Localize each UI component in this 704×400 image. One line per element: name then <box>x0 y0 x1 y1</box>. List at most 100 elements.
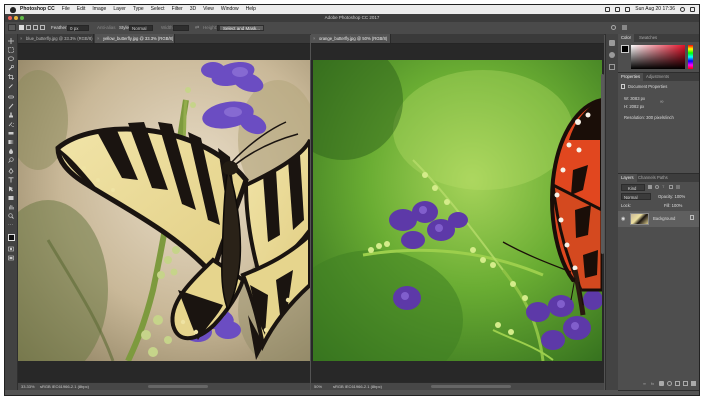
pixel-filter-icon[interactable] <box>648 185 652 189</box>
intersect-selection-icon[interactable] <box>40 25 45 30</box>
quick-mask-icon[interactable] <box>8 246 14 252</box>
type-filter-icon[interactable]: T <box>662 185 666 189</box>
brush-tool-icon[interactable] <box>8 103 14 109</box>
style-select[interactable]: Normal <box>129 25 153 31</box>
menu-app[interactable]: Photoshop CC <box>20 5 55 14</box>
zoom-tool-icon[interactable] <box>8 213 14 219</box>
document-profile[interactable]: sRGB IEC61966-2.1 (8bpc) <box>40 383 89 390</box>
menu-window[interactable]: Window <box>221 5 239 14</box>
eyedropper-tool-icon[interactable] <box>8 83 14 89</box>
menu-edit[interactable]: Edit <box>77 5 86 14</box>
menu-help[interactable]: Help <box>246 5 256 14</box>
layer-row[interactable]: ◉ Background <box>618 211 699 227</box>
link-layers-icon[interactable]: ∞ <box>643 381 648 386</box>
color-picker-field[interactable] <box>631 45 685 69</box>
gradient-tool-icon[interactable] <box>8 139 14 145</box>
close-window-icon[interactable] <box>8 16 12 20</box>
add-to-selection-icon[interactable] <box>26 25 31 30</box>
group-icon[interactable] <box>675 381 680 386</box>
hand-tool-icon[interactable] <box>8 204 14 210</box>
menu-select[interactable]: Select <box>151 5 165 14</box>
clone-stamp-tool-icon[interactable] <box>8 112 14 118</box>
apple-icon[interactable] <box>10 6 16 13</box>
dodge-tool-icon[interactable] <box>8 157 14 163</box>
adjustment-filter-icon[interactable] <box>655 185 659 189</box>
menu-type[interactable]: Type <box>133 5 144 14</box>
horizontal-scrollbar[interactable] <box>431 385 511 388</box>
opacity-field[interactable]: Opacity: 100% <box>658 194 685 199</box>
fill-field[interactable]: Fill: 100% <box>664 203 682 208</box>
volume-icon[interactable] <box>615 7 621 12</box>
new-selection-icon[interactable] <box>19 25 24 30</box>
type-tool-icon[interactable] <box>8 177 14 183</box>
antialias-checkbox[interactable]: Anti-alias <box>97 25 116 31</box>
yellow-butterfly-image[interactable] <box>18 60 310 361</box>
brush-panel-icon[interactable] <box>609 52 615 58</box>
subtract-selection-icon[interactable] <box>33 25 38 30</box>
crop-tool-icon[interactable] <box>8 74 14 80</box>
blur-tool-icon[interactable] <box>8 148 14 154</box>
menu-layer[interactable]: Layer <box>113 5 126 14</box>
zoom-level[interactable]: 50% <box>314 383 322 390</box>
vertical-scrollbar[interactable] <box>601 74 604 254</box>
healing-brush-tool-icon[interactable] <box>8 94 14 100</box>
layer-name[interactable]: Background <box>653 216 675 221</box>
minimize-window-icon[interactable] <box>14 16 18 20</box>
adjustment-layer-icon[interactable] <box>667 381 672 386</box>
tab-yellow-butterfly[interactable]: × yellow_butterfly.jpg @ 33.3% (RGB/8) <box>95 34 175 43</box>
resolution-value[interactable]: Resolution: 300 pixels/inch <box>624 115 674 120</box>
blend-mode-select[interactable]: Normal <box>621 193 651 200</box>
workspace-icon[interactable] <box>622 25 627 30</box>
quick-selection-tool-icon[interactable] <box>8 65 14 71</box>
more-tools-icon[interactable]: ··· <box>8 222 14 228</box>
tab-adjustments[interactable]: Adjustments <box>643 73 672 81</box>
wifi-icon[interactable] <box>605 7 611 12</box>
link-dimensions-icon[interactable]: ∞ <box>660 99 664 105</box>
spotlight-search-icon[interactable] <box>680 7 685 12</box>
tab-paths[interactable]: Paths <box>654 174 671 182</box>
height-value[interactable]: H: 2082 px <box>624 104 644 109</box>
horizontal-scrollbar[interactable] <box>148 385 208 388</box>
document-profile[interactable]: sRGB IEC61966-2.1 (8bpc) <box>333 383 382 390</box>
feather-input[interactable]: 0 px <box>67 25 89 31</box>
zoom-window-icon[interactable] <box>20 16 24 20</box>
pen-tool-icon[interactable] <box>8 168 14 174</box>
layer-style-icon[interactable]: fx <box>651 381 656 386</box>
zoom-level[interactable]: 33.33% <box>21 383 35 390</box>
menu-view[interactable]: View <box>203 5 214 14</box>
select-and-mask-button[interactable]: Select and Mask... <box>219 25 265 31</box>
notification-center-icon[interactable] <box>690 7 695 12</box>
menu-3d[interactable]: 3D <box>190 5 196 14</box>
width-input[interactable] <box>173 25 189 31</box>
trash-icon[interactable] <box>691 381 696 386</box>
swap-dimensions-icon[interactable]: ⇄ <box>195 25 199 31</box>
history-brush-tool-icon[interactable] <box>8 121 14 127</box>
menu-file[interactable]: File <box>62 5 70 14</box>
color-foreground-swatch[interactable] <box>621 45 629 53</box>
layer-filter-select[interactable]: Kind <box>621 184 645 191</box>
close-tab-icon[interactable]: × <box>20 34 22 43</box>
eraser-tool-icon[interactable] <box>8 130 14 136</box>
battery-icon[interactable] <box>625 7 631 12</box>
layer-thumbnail[interactable] <box>630 213 649 225</box>
menu-image[interactable]: Image <box>92 5 106 14</box>
layer-mask-icon[interactable] <box>659 381 664 386</box>
tab-swatches[interactable]: Swatches <box>636 34 660 42</box>
move-tool-icon[interactable] <box>8 38 14 44</box>
search-icon[interactable] <box>611 25 616 30</box>
tab-color[interactable]: Color <box>618 34 635 42</box>
path-selection-tool-icon[interactable] <box>8 186 14 192</box>
menu-clock[interactable]: Sun Aug 20 17:36 <box>635 5 675 14</box>
tab-blue-butterfly[interactable]: × blue_butterfly.jpg @ 33.3% (RGB/8) <box>18 34 94 43</box>
foreground-color-swatch[interactable] <box>8 234 15 241</box>
orange-butterfly-image[interactable] <box>313 60 602 361</box>
marquee-tool-icon[interactable] <box>8 47 14 53</box>
eye-icon[interactable]: ◉ <box>621 216 625 222</box>
rectangle-tool-icon[interactable] <box>8 195 14 201</box>
lasso-tool-icon[interactable] <box>8 56 14 62</box>
tool-preset-picker[interactable] <box>8 24 16 31</box>
tab-layers[interactable]: Layers <box>618 174 637 182</box>
close-tab-icon[interactable]: × <box>97 34 99 43</box>
width-value[interactable]: W: 3083 px <box>624 96 645 101</box>
history-panel-icon[interactable] <box>609 40 615 46</box>
